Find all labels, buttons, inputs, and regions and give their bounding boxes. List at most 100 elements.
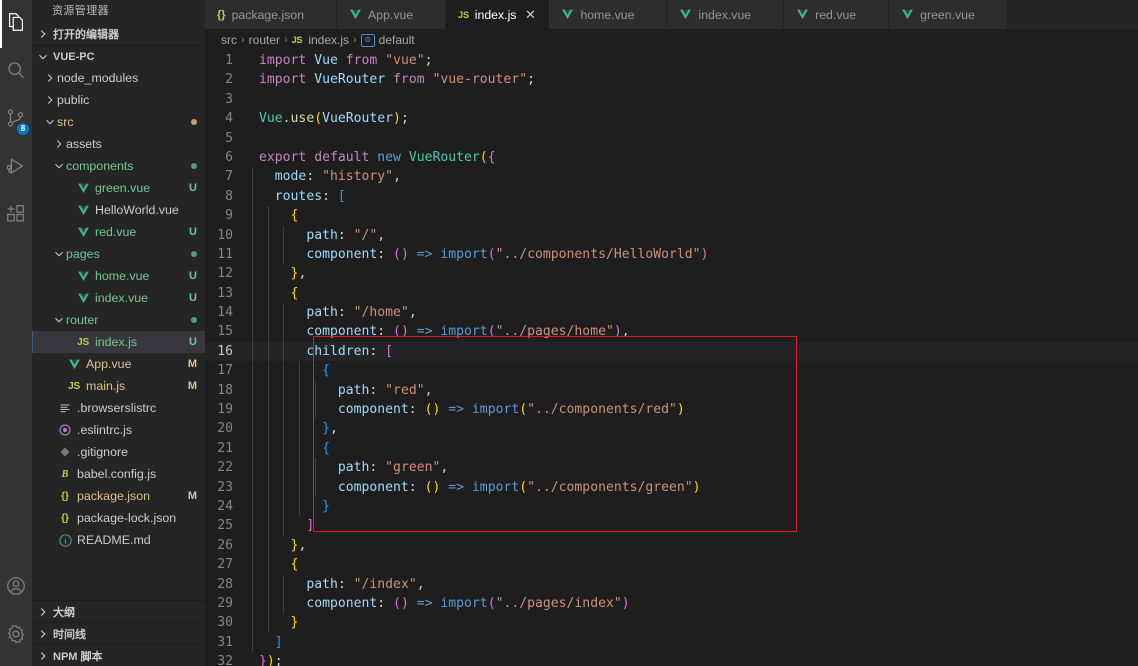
activity-item-source-control[interactable]: 8 [0,96,32,144]
tree-item-router[interactable]: router [32,309,205,331]
code-editor[interactable]: 1 import Vue from "vue"; 2 import VueRouter… [205,51,1138,666]
tree-item-helloworld-vue[interactable]: HelloWorld.vue [32,199,205,221]
indent-guide [252,264,253,284]
indent-guide [299,400,301,420]
code-line: 6 export default new VueRouter({ [205,148,1138,167]
line-number: 23 [217,479,233,495]
activity-item-settings[interactable] [0,612,32,660]
activity-item-account[interactable] [0,564,32,612]
breadcrumb-item-default[interactable]: ⊜ default [360,33,415,47]
tree-item-gitignore[interactable]: .gitignore [32,441,205,463]
line-number: 5 [225,130,233,146]
activity-item-run-debug[interactable] [0,144,32,192]
indent-guide [267,206,269,226]
tab-home-vue[interactable]: home.vue [549,0,668,29]
project-root-label: VUE-PC [53,50,95,63]
tree-item-pages[interactable]: pages [32,243,205,265]
tree-item-main-js[interactable]: JS main.js M [32,375,205,397]
indent-guide [267,400,269,420]
tree-item-eslintrc-js[interactable]: .eslintrc.js [32,419,205,441]
tree-item-node-modules[interactable]: node_modules [32,67,205,89]
tab-package-json[interactable]: {} package.json [205,0,338,29]
code-line: 17 { [205,361,1138,381]
symbol-variable-icon: ⊜ [360,33,375,47]
code-line: 24 } [205,496,1138,517]
indent-guide [267,225,269,245]
line-number: 25 [217,518,233,534]
activity-item-extensions[interactable] [0,192,32,240]
line-number: 4 [225,111,233,127]
line-number: 11 [217,246,233,262]
breadcrumb-item-router[interactable]: router [249,33,280,47]
breadcrumb-separator: › [284,34,288,46]
section-project-root[interactable]: VUE-PC [32,45,205,67]
indent-guide [267,380,269,401]
indent-guide [252,574,253,594]
tree-item-home-vue[interactable]: home.vue U [32,265,205,287]
tree-item-git-status: M [187,380,197,392]
code-line-text: component: () => import("../components/H… [251,244,708,265]
indent-guide [267,264,269,284]
code-line-text: }); [259,654,283,666]
tab-index-vue[interactable]: index.vue [667,0,785,29]
chevron-right-icon [36,649,50,663]
indent-guide [267,613,269,633]
tree-item-label: .gitignore [77,445,128,459]
tree-item-public[interactable]: public [32,89,205,111]
section-outline[interactable]: 大纲 [32,600,205,622]
code-line-text: component: () => import("../pages/index"… [251,593,630,614]
section-open-editors[interactable]: 打开的编辑器 [32,23,205,45]
tree-item-browserslistrc[interactable]: .browserslistrc [32,397,205,419]
indent-guide [267,574,269,594]
code-line-text: children: [ [251,341,393,362]
tree-item-green-vue[interactable]: green.vue U [32,177,205,199]
chevron-down-icon [36,50,50,64]
code-line: 20 }, [205,419,1138,439]
tab-index-js[interactable]: JS index.js ✕ [446,0,550,29]
tree-item-index-vue[interactable]: index.vue U [32,287,205,309]
tab-app-vue[interactable]: App.vue [337,0,447,29]
tree-item-package-lock-json[interactable]: {} package-lock.json [32,507,205,529]
indent-guide [267,516,269,536]
line-number: 20 [217,421,233,437]
code-lines-container: 1 import Vue from "vue"; 2 import VueRouter… [205,51,1138,666]
tree-item-index-js[interactable]: JS index.js U [32,331,205,353]
tree-item-src[interactable]: src [32,111,205,133]
indent-guide [267,341,269,362]
breadcrumb-label: src [221,33,237,47]
tab-label: green.vue [920,7,975,22]
tree-item-git-status: U [189,292,197,304]
tree-item-app-vue[interactable]: App.vue M [32,353,205,375]
tab-label: index.js [474,7,517,22]
code-line-text: { [251,283,298,304]
breadcrumb-item-index-js[interactable]: JS index.js [292,33,349,47]
activity-item-search[interactable] [0,48,32,96]
tab-close-icon[interactable]: ✕ [522,8,538,21]
run-debug-icon [5,155,27,182]
chevron-down-icon [52,159,66,173]
section-npm-scripts[interactable]: NPM 脚本 [32,644,205,666]
tree-item-package-json[interactable]: {} package.json M [32,485,205,507]
indent-guide [299,380,301,401]
chevron-down-icon [52,313,66,327]
activity-item-explorer[interactable] [0,0,32,48]
indent-guide [267,419,269,439]
vue-file-icon [75,204,91,217]
line-number: 1 [225,53,233,68]
tab-green-vue[interactable]: green.vue [889,0,1008,29]
vue-file-icon [75,182,91,195]
tab-red-vue[interactable]: red.vue [784,0,890,29]
indent-guide [267,458,269,478]
line-number: 7 [225,169,233,185]
tree-item-readme-md[interactable]: i README.md [32,529,205,551]
tree-item-red-vue[interactable]: red.vue U [32,221,205,243]
tree-item-components[interactable]: components [32,155,205,177]
tree-item-assets[interactable]: assets [32,133,205,155]
indent-guide [252,516,253,536]
section-timeline[interactable]: 时间线 [32,622,205,644]
code-line: 32}); [205,652,1138,666]
babel-file-icon: B [61,468,69,480]
tree-item-babel-config-js[interactable]: Bbabel.config.js [32,463,205,485]
breadcrumb-item-src[interactable]: src [221,33,237,47]
